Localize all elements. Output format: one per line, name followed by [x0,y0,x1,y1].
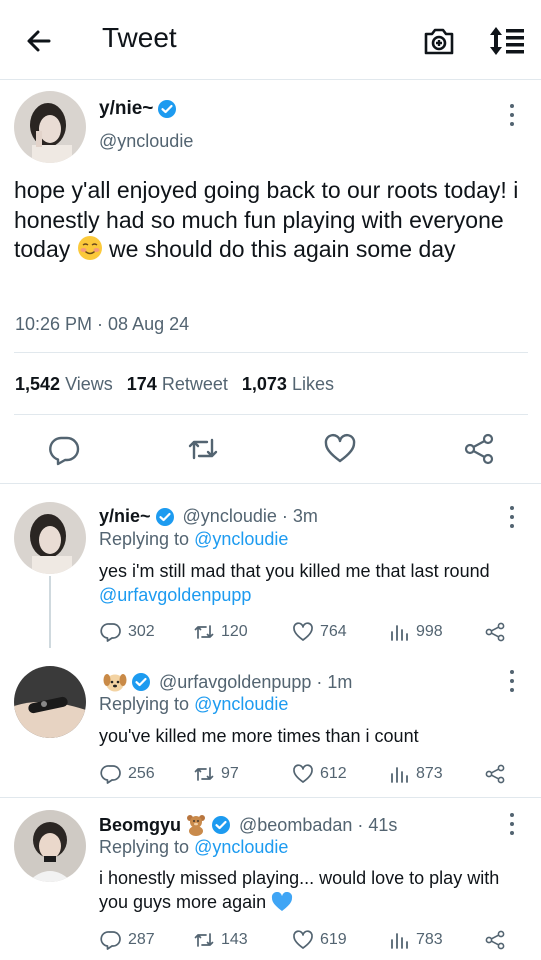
verified-icon [132,673,150,691]
reply-retweet-count[interactable]: 143 [193,929,248,951]
reply-author-name: Beomgyu [99,814,182,835]
retweet-icon[interactable] [186,432,220,466]
replying-to: Replying to @yncloudie [99,694,289,714]
main-author-name[interactable]: y/nie~ [99,98,177,120]
reply-icon [100,623,121,642]
reply-icon [100,931,121,950]
main-tweet-text: hope y'all enjoyed going back to our roo… [14,177,519,262]
reply-comment-count[interactable]: 287 [100,929,155,951]
like-icon[interactable] [323,432,357,466]
more-icon[interactable] [506,813,518,835]
reply-author-name: y/nie~ [99,506,151,526]
mention-link[interactable]: @yncloudie [194,837,288,857]
puppy-emoji-icon [103,674,127,692]
reply-author[interactable]: y/nie~ @yncloudie · 3m [99,506,318,527]
camera-button[interactable] [422,24,456,58]
back-arrow-icon [27,30,51,52]
like-icon [293,622,313,641]
reply-view-count[interactable]: 873 [388,763,443,785]
reply-author[interactable]: Beomgyu @beombadan · 41s [99,814,397,836]
like-icon [293,930,313,949]
divider [0,797,541,798]
more-icon[interactable] [506,506,518,528]
views-icon [391,625,408,641]
reply-comment-count[interactable]: 256 [100,763,155,785]
reply-retweet-count[interactable]: 120 [193,621,248,643]
reply-avatar[interactable] [14,502,86,574]
divider [14,414,528,415]
reply-avatar[interactable] [14,666,86,738]
page-title: Tweet [102,22,177,53]
views-icon [391,933,408,949]
thread-line [49,576,51,648]
tweet-stats[interactable]: 1,542 Views 174 Retweet 1,073 Likes [15,374,334,395]
reply-text: i honestly missed playing... would love … [99,868,500,912]
reply-icon [100,765,121,784]
reply-text: you've killed me more times than i count [99,726,419,746]
sort-button[interactable] [488,24,528,58]
reply-avatar[interactable] [14,810,86,882]
verified-icon [212,816,231,834]
reply-comment-count[interactable]: 302 [100,621,155,643]
share-icon[interactable] [484,929,506,951]
top-bar: Tweet [0,0,541,80]
reply-icon[interactable] [47,432,81,466]
divider [0,483,541,484]
replying-to: Replying to @yncloudie [99,837,289,857]
reply-like-count[interactable]: 764 [292,621,347,643]
reply-like-count[interactable]: 612 [292,763,347,785]
sort-icon [490,27,524,55]
blush-emoji-icon [77,236,102,260]
share-icon[interactable] [484,621,506,643]
replying-to: Replying to @yncloudie [99,529,289,549]
share-icon[interactable] [462,432,496,466]
tweet-timestamp: 10:26 PM · 08 Aug 24 [15,314,190,334]
views-icon [391,767,408,783]
reply-handle-time: @yncloudie · 3m [182,506,318,526]
retweet-icon [194,767,214,781]
verified-icon [158,100,177,118]
reply-view-count[interactable]: 783 [388,929,443,951]
main-author-handle[interactable]: @yncloudie [99,131,193,152]
more-icon[interactable] [506,670,518,692]
blue-heart-emoji-icon [272,891,293,911]
mention-link[interactable]: @yncloudie [194,694,288,714]
reply-author[interactable]: @urfavgoldenpupp · 1m [99,671,352,693]
author-name-text: y/nie~ [99,98,154,119]
back-button[interactable] [22,24,56,58]
camera-plus-icon [424,28,454,55]
divider [14,352,528,353]
main-avatar[interactable] [14,91,86,163]
reply-like-count[interactable]: 619 [292,929,347,951]
verified-icon [155,507,174,526]
reply-view-count[interactable]: 998 [388,621,443,643]
mention-link[interactable]: @yncloudie [194,529,288,549]
mention-link[interactable]: @urfavgoldenpupp [99,585,251,605]
reply-text: yes i'm still mad that you killed me tha… [99,561,490,605]
reply-handle-time: @beombadan · 41s [239,814,398,835]
retweet-icon [194,933,214,947]
retweet-icon [194,625,214,639]
teddy-bear-emoji-icon [187,815,206,836]
reply-handle-time: @urfavgoldenpupp · 1m [159,671,353,692]
more-icon[interactable] [506,104,518,126]
share-icon[interactable] [484,763,506,785]
reply-retweet-count[interactable]: 97 [193,763,239,785]
like-icon [293,764,313,783]
